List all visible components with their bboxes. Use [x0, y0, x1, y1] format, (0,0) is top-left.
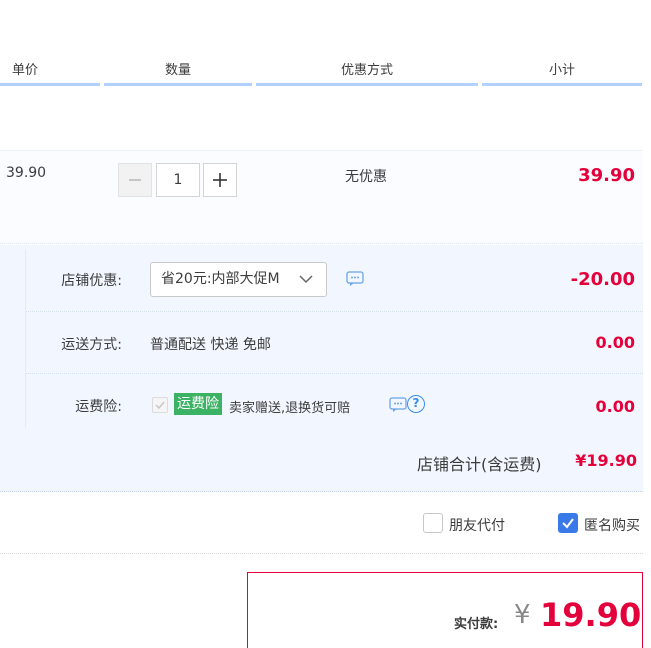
- chat-icon[interactable]: [346, 271, 364, 287]
- help-question-icon[interactable]: ?: [407, 395, 425, 413]
- divider: [0, 553, 643, 554]
- friend-pay-label[interactable]: 朋友代付: [449, 515, 505, 535]
- item-row: [0, 150, 643, 244]
- insurance-tag: 运费险: [174, 393, 222, 415]
- friend-pay-checkbox[interactable]: [423, 513, 443, 533]
- quantity-input[interactable]: 1: [156, 163, 200, 197]
- shop-total-label: 店铺合计(含运费): [417, 455, 542, 474]
- anonymous-label[interactable]: 匿名购买: [584, 515, 640, 535]
- chat-icon[interactable]: [389, 397, 407, 413]
- header-unit-price: 单价: [0, 58, 100, 86]
- shop-coupon-value: -20.00: [570, 269, 635, 290]
- shop-coupon-label: 店铺优惠:: [61, 273, 122, 289]
- quantity-decrease-button[interactable]: [118, 163, 152, 197]
- payment-amount: 19.90: [540, 596, 642, 634]
- shipping-label: 运送方式:: [61, 337, 122, 353]
- shipping-value: 0.00: [595, 333, 635, 352]
- header-quantity: 数量: [104, 58, 252, 86]
- insurance-label: 运费险:: [75, 399, 122, 415]
- payment-label: 实付款:: [454, 617, 499, 632]
- quantity-increase-button[interactable]: [203, 163, 237, 197]
- plus-icon: [213, 173, 227, 187]
- header-subtotal: 小计: [482, 58, 642, 86]
- item-subtotal: 39.90: [578, 165, 635, 186]
- shop-coupon-selected: 省20元:内部大促M: [161, 271, 280, 287]
- chevron-down-icon: [299, 275, 313, 284]
- check-icon: [562, 518, 574, 529]
- check-icon: [155, 401, 165, 410]
- header-discount-method: 优惠方式: [256, 58, 478, 86]
- item-unit-price: 39.90: [6, 165, 47, 181]
- insurance-description: 卖家赠送,退换货可赔: [229, 401, 351, 416]
- payment-currency: ¥: [514, 600, 531, 630]
- anonymous-checkbox[interactable]: [558, 513, 578, 533]
- item-discount: 无优惠: [345, 169, 387, 185]
- minus-icon: [129, 179, 141, 181]
- insurance-checkbox: [152, 397, 168, 413]
- shop-total-value: ¥19.90: [575, 451, 637, 470]
- insurance-value: 0.00: [595, 397, 635, 416]
- shipping-method: 普通配送 快递 免邮: [150, 337, 271, 353]
